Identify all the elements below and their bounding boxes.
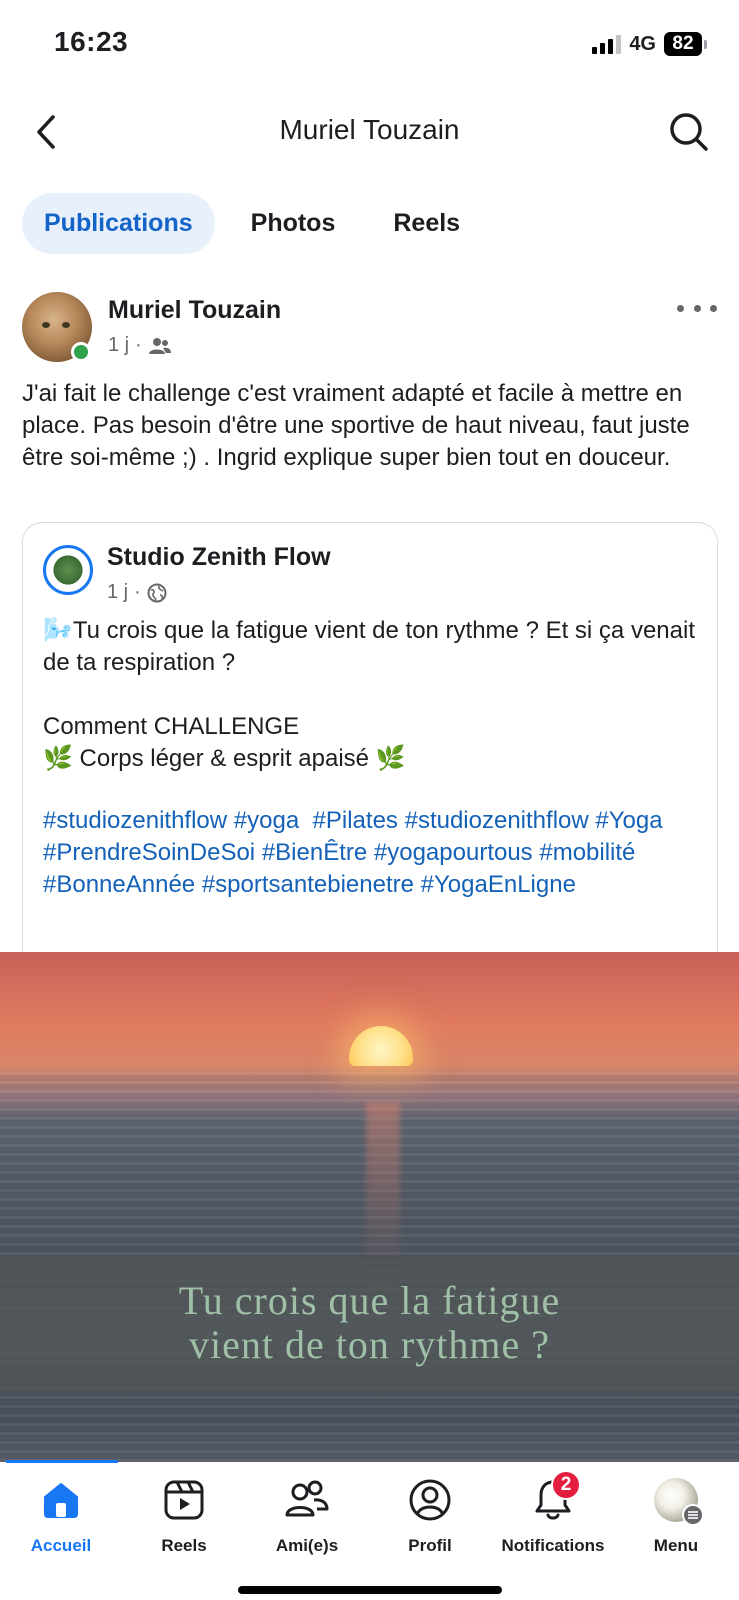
nav-friends[interactable]: Ami(e)s — [246, 1476, 368, 1556]
profile-tabs: Publications Photos Reels — [22, 193, 496, 254]
status-time: 16:23 — [54, 26, 129, 57]
hamburger-icon — [682, 1504, 704, 1526]
shared-line-2: Comment CHALLENGE — [43, 713, 300, 740]
more-options-button[interactable] — [677, 296, 717, 320]
top-bar: Muriel Touzain — [0, 100, 739, 164]
page-title: Muriel Touzain — [279, 114, 460, 145]
hashtag-link[interactable]: #yogapourtous — [374, 839, 533, 866]
shared-post-meta: 1 j · — [107, 581, 167, 604]
hashtag-link[interactable]: #BonneAnnée — [43, 871, 195, 898]
reels-icon — [164, 1480, 204, 1520]
post-author[interactable]: Muriel Touzain — [108, 296, 281, 325]
hashtag-link[interactable]: #Pilates — [313, 807, 398, 834]
search-button[interactable] — [667, 110, 711, 154]
hashtag-link[interactable]: #mobilité — [539, 839, 635, 866]
bottom-navigation: Accueil Reels Ami(e)s Profil 2 Notificat… — [0, 1460, 739, 1600]
hashtag-link[interactable]: #studiozenithflow — [43, 807, 227, 834]
tab-photos[interactable]: Photos — [229, 193, 358, 254]
nav-label: Reels — [161, 1536, 207, 1555]
nav-label: Ami(e)s — [275, 1536, 339, 1555]
nav-label: Profil — [408, 1536, 452, 1555]
battery-icon: 82 — [664, 32, 707, 56]
page-avatar[interactable] — [43, 545, 93, 595]
post-time: 1 j — [108, 334, 130, 356]
notification-badge: 2 — [551, 1470, 581, 1500]
hashtag-link[interactable]: #PrendreSoinDeSoi — [43, 839, 255, 866]
battery-level: 82 — [664, 32, 702, 56]
nav-label: Notifications — [501, 1536, 605, 1555]
hashtag-link[interactable]: #sportsantebienetre — [202, 871, 414, 898]
nav-label: Menu — [653, 1536, 699, 1555]
status-icons: 4G 82 — [592, 32, 707, 56]
video-caption-line-1: Tu crois que la fatigue — [178, 1278, 561, 1323]
network-label: 4G — [629, 32, 656, 55]
active-tab-indicator — [6, 1460, 118, 1463]
post-text: J'ai fait le challenge c'est vraiment ad… — [22, 380, 690, 471]
home-icon — [44, 1483, 78, 1518]
shared-post-time: 1 j — [107, 581, 129, 603]
video-caption-line-2: vient de ton rythme ? — [189, 1322, 550, 1367]
meta-separator: · — [135, 334, 142, 356]
nav-menu[interactable]: Menu — [615, 1476, 737, 1556]
tab-publications[interactable]: Publications — [22, 193, 215, 254]
video-caption: Tu crois que la fatigue vient de ton ryt… — [0, 1256, 739, 1390]
video-player[interactable]: Tu crois que la fatigue vient de ton ryt… — [0, 952, 739, 1462]
post-meta: 1 j · — [108, 334, 172, 357]
sun-image — [349, 1026, 413, 1066]
hashtag-list: #studiozenithflow #yoga #Pilates #studio… — [43, 805, 703, 901]
hashtag-link[interactable]: #studiozenithflow — [405, 807, 589, 834]
hashtag-link[interactable]: #BienÊtre — [262, 839, 367, 866]
shared-line-1: 🌬️Tu crois que la fatigue vient de ton r… — [43, 617, 695, 676]
shared-post-text: 🌬️Tu crois que la fatigue vient de ton r… — [43, 615, 703, 775]
hashtag-link[interactable]: #YogaEnLigne — [421, 871, 576, 898]
status-bar: 16:23 4G 82 — [0, 0, 739, 90]
nav-notifications[interactable]: 2 Notifications — [492, 1470, 614, 1556]
hashtag-link[interactable]: #Yoga — [595, 807, 662, 834]
shared-post-card[interactable]: Studio Zenith Flow 1 j · 🌬️Tu crois que … — [22, 522, 718, 952]
nav-home[interactable]: Accueil — [0, 1476, 122, 1556]
signal-icon — [592, 34, 622, 54]
friends-icon — [148, 337, 171, 354]
meta-separator: · — [134, 581, 141, 603]
shared-line-3: 🌿 Corps léger & esprit apaisé 🌿 — [43, 745, 406, 772]
online-status-icon — [71, 342, 91, 362]
hashtag-link[interactable]: #yoga — [234, 807, 299, 834]
nav-profile[interactable]: Profil — [369, 1476, 491, 1556]
post-header: Muriel Touzain 1 j · — [22, 292, 717, 366]
search-icon — [670, 113, 708, 151]
menu-avatar — [654, 1478, 704, 1526]
friends-icon — [285, 1480, 329, 1517]
nav-reels[interactable]: Reels — [123, 1476, 245, 1556]
tab-reels[interactable]: Reels — [371, 193, 482, 254]
shared-post-author[interactable]: Studio Zenith Flow — [107, 543, 331, 572]
profile-icon — [409, 1479, 451, 1521]
home-indicator — [238, 1586, 502, 1594]
nav-label: Accueil — [30, 1536, 92, 1555]
globe-icon — [147, 583, 167, 602]
